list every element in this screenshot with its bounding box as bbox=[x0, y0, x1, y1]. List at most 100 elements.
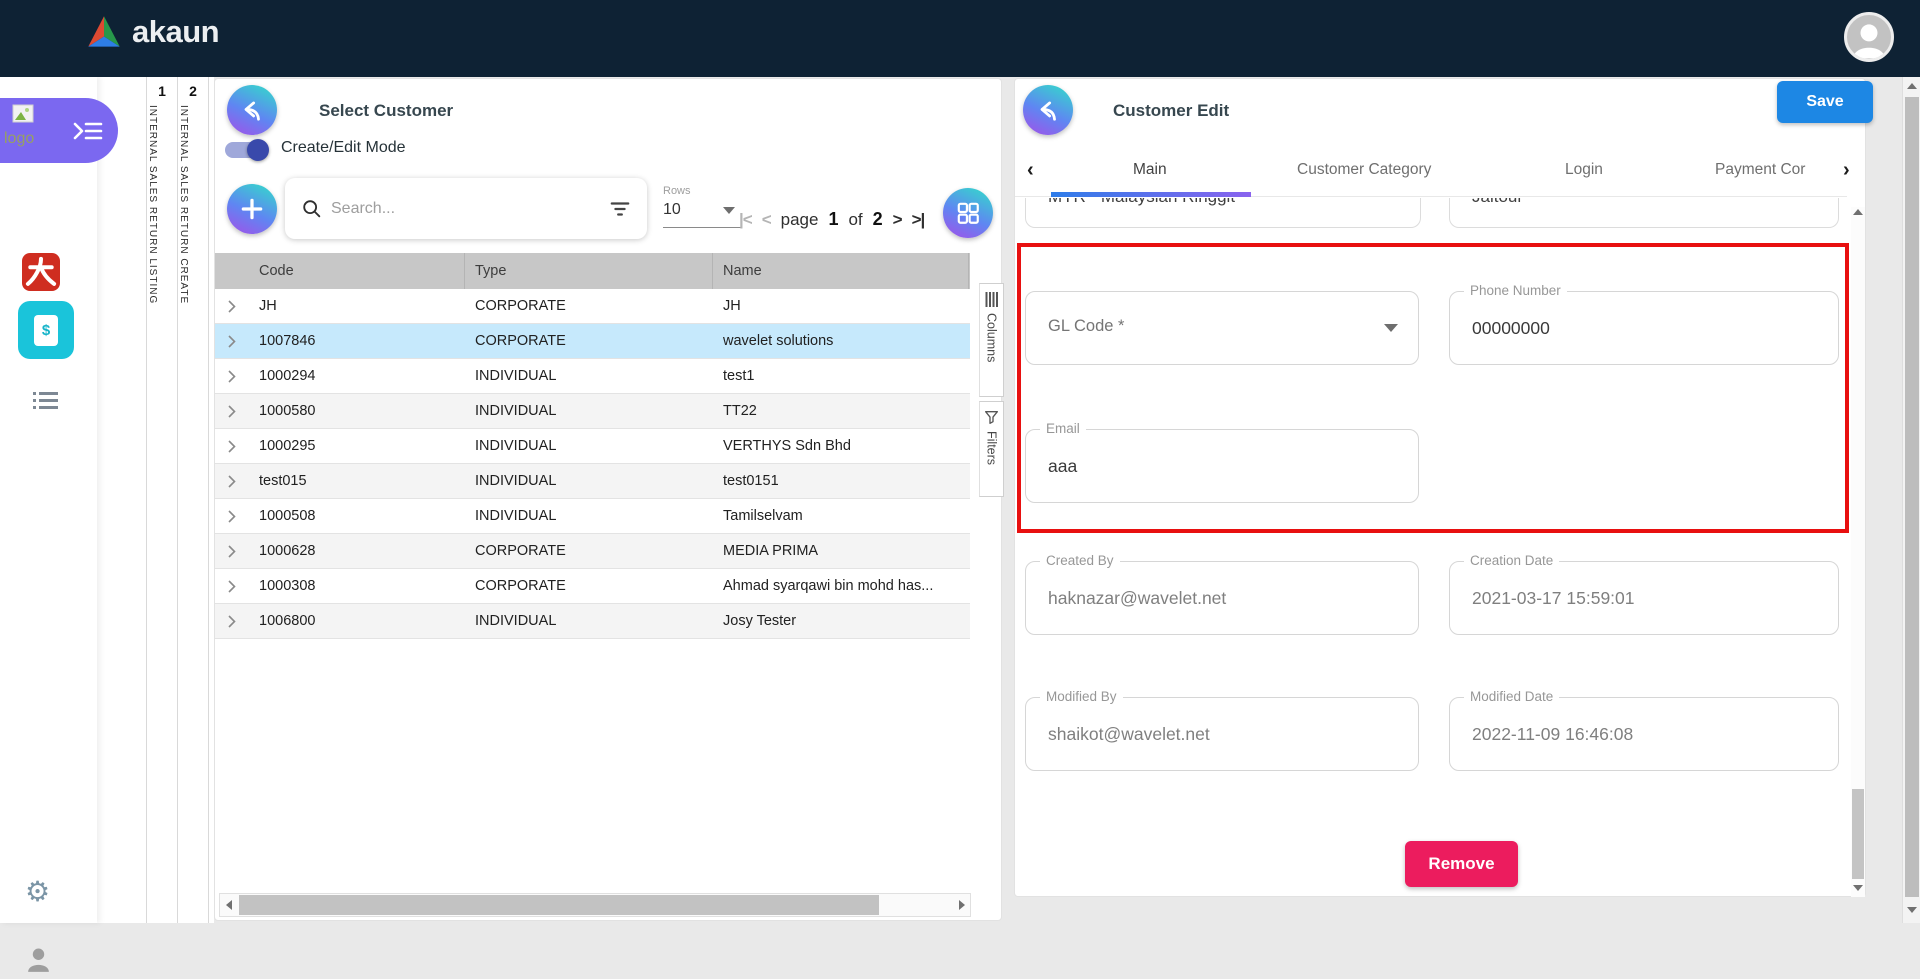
horizontal-scroll-thumb[interactable] bbox=[239, 895, 879, 915]
list-menu-icon[interactable] bbox=[33, 391, 58, 416]
search-icon bbox=[303, 199, 321, 217]
table-horizontal-scrollbar[interactable] bbox=[219, 893, 971, 917]
invoice-app-icon[interactable]: $ bbox=[18, 301, 74, 359]
row-expander-icon[interactable] bbox=[215, 369, 249, 383]
back-button[interactable] bbox=[227, 85, 277, 135]
table-row[interactable]: 1000628 CORPORATE MEDIA PRIMA bbox=[215, 534, 970, 569]
currency-field-clipped[interactable]: MYR - Malaysian Ringgit bbox=[1025, 198, 1421, 228]
search-input[interactable] bbox=[331, 199, 601, 218]
grid-view-button[interactable] bbox=[943, 188, 993, 238]
scroll-left-icon[interactable] bbox=[220, 894, 237, 916]
phone-number-field[interactable]: Phone Number 00000000 bbox=[1449, 283, 1839, 365]
created-by-field: Created By haknazar@wavelet.net bbox=[1025, 553, 1419, 635]
row-expander-icon[interactable] bbox=[215, 299, 249, 313]
form-scrollbar[interactable] bbox=[1851, 207, 1865, 897]
row-expander-icon[interactable] bbox=[215, 334, 249, 348]
row-expander-icon[interactable] bbox=[215, 579, 249, 593]
tab-main[interactable]: Main bbox=[1133, 161, 1167, 179]
app-sidebar: $ ⚙ bbox=[0, 77, 97, 972]
settings-gear-icon[interactable]: ⚙ bbox=[25, 875, 50, 908]
column-header-code[interactable]: Code bbox=[249, 253, 465, 289]
first-page-button[interactable]: |< bbox=[739, 210, 753, 230]
brand-name: akaun bbox=[132, 14, 220, 49]
add-customer-button[interactable] bbox=[227, 184, 277, 234]
cell-type: INDIVIDUAL bbox=[475, 473, 557, 489]
table-row[interactable]: test015 INDIVIDUAL test0151 bbox=[215, 464, 970, 499]
row-expander-icon[interactable] bbox=[215, 509, 249, 523]
sidebar-collapse-icon[interactable] bbox=[72, 120, 104, 147]
tab-customer-category[interactable]: Customer Category bbox=[1297, 161, 1431, 179]
table-row[interactable]: 1006800 INDIVIDUAL Josy Tester bbox=[215, 604, 970, 639]
created-by-value: haknazar@wavelet.net bbox=[1048, 588, 1227, 608]
scroll-up-icon[interactable] bbox=[1907, 83, 1917, 89]
cell-code: 1000294 bbox=[259, 368, 316, 384]
back-arrow-icon bbox=[1040, 101, 1056, 121]
row-expander-icon[interactable] bbox=[215, 544, 249, 558]
row-expander-icon[interactable] bbox=[215, 439, 249, 453]
table-row[interactable]: 1000508 INDIVIDUAL Tamilselvam bbox=[215, 499, 970, 534]
profile-person-icon[interactable] bbox=[26, 947, 51, 979]
cell-code: test015 bbox=[259, 473, 307, 489]
panel-title: Select Customer bbox=[319, 101, 454, 120]
workspace-tab-listing[interactable]: 1 INTERNAL SALES RETURN LISTING bbox=[146, 77, 177, 923]
columns-side-tab[interactable]: Columns bbox=[979, 283, 1004, 397]
row-expander-icon[interactable] bbox=[215, 474, 249, 488]
cell-code: 1000628 bbox=[259, 543, 316, 559]
pdf-app-icon[interactable] bbox=[22, 253, 60, 291]
cell-code: 1000508 bbox=[259, 508, 316, 524]
creation-date-value: 2021-03-17 15:59:01 bbox=[1472, 588, 1635, 608]
table-row[interactable]: JH CORPORATE JH bbox=[215, 289, 970, 324]
scroll-down-icon[interactable] bbox=[1907, 907, 1917, 913]
table-row[interactable]: 1000308 CORPORATE Ahmad syarqawi bin moh… bbox=[215, 569, 970, 604]
next-page-button[interactable]: > bbox=[893, 210, 903, 230]
currency-value: MYR - Malaysian Ringgit bbox=[1048, 198, 1235, 207]
clipped-field-right[interactable]: Jaitour bbox=[1449, 198, 1839, 228]
email-value: aaa bbox=[1048, 456, 1078, 476]
table-row-selected[interactable]: 1007846 CORPORATE wavelet solutions bbox=[215, 324, 970, 359]
workspace-tab-create[interactable]: 2 INTERNAL SALES RETURN CREATE bbox=[177, 77, 209, 923]
table-row[interactable]: 1000580 INDIVIDUAL TT22 bbox=[215, 394, 970, 429]
scroll-right-icon[interactable] bbox=[953, 894, 970, 916]
clipped-right-value: Jaitour bbox=[1472, 198, 1523, 207]
tabs-scroll-left-icon[interactable]: ‹ bbox=[1027, 159, 1034, 182]
page-scroll-thumb[interactable] bbox=[1905, 97, 1919, 897]
last-page-button[interactable]: >| bbox=[912, 210, 926, 230]
filters-side-tab[interactable]: Filters bbox=[979, 401, 1004, 497]
phone-value: 00000000 bbox=[1472, 318, 1550, 338]
gl-code-select[interactable]: GL Code * bbox=[1025, 291, 1419, 365]
create-edit-mode-toggle[interactable] bbox=[225, 139, 269, 161]
form-scroll-thumb[interactable] bbox=[1852, 789, 1864, 879]
prev-page-button[interactable]: < bbox=[762, 210, 772, 230]
cell-name: TT22 bbox=[723, 403, 757, 419]
row-expander-icon[interactable] bbox=[215, 404, 249, 418]
workspace-tab-number: 2 bbox=[189, 83, 197, 99]
scroll-down-icon[interactable] bbox=[1853, 885, 1863, 891]
modified-date-value: 2022-11-09 16:46:08 bbox=[1472, 724, 1634, 744]
table-row[interactable]: 1000295 INDIVIDUAL VERTHYS Sdn Bhd bbox=[215, 429, 970, 464]
column-header-type[interactable]: Type bbox=[465, 253, 713, 289]
user-avatar[interactable] bbox=[1844, 12, 1894, 62]
pagination: |< < page 1 of 2 > >| bbox=[739, 209, 926, 230]
cell-type: CORPORATE bbox=[475, 333, 566, 349]
table-row[interactable]: 1000294 INDIVIDUAL test1 bbox=[215, 359, 970, 394]
tab-login[interactable]: Login bbox=[1565, 161, 1603, 179]
filter-list-icon[interactable] bbox=[609, 199, 631, 219]
cell-name: MEDIA PRIMA bbox=[723, 543, 819, 559]
page-scrollbar[interactable] bbox=[1902, 77, 1920, 923]
column-header-name[interactable]: Name bbox=[713, 253, 969, 289]
scroll-up-icon[interactable] bbox=[1853, 209, 1863, 215]
dollar-file-icon: $ bbox=[34, 314, 58, 346]
table-header: Code Type Name bbox=[215, 253, 970, 289]
back-button[interactable] bbox=[1023, 85, 1073, 135]
tab-payment-config[interactable]: Payment Cor bbox=[1715, 161, 1837, 179]
tabs-scroll-right-icon[interactable]: › bbox=[1843, 159, 1850, 182]
email-field[interactable]: Email aaa bbox=[1025, 421, 1419, 503]
remove-button[interactable]: Remove bbox=[1405, 841, 1518, 887]
save-button[interactable]: Save bbox=[1777, 81, 1873, 123]
row-expander-icon[interactable] bbox=[215, 614, 249, 628]
tenant-logo-chip[interactable]: logo bbox=[0, 98, 118, 163]
filters-tab-label: Filters bbox=[984, 431, 999, 466]
logo-alt-text: logo bbox=[4, 130, 35, 147]
rows-select[interactable]: 10 bbox=[663, 197, 741, 228]
creation-date-label: Creation Date bbox=[1464, 553, 1560, 568]
